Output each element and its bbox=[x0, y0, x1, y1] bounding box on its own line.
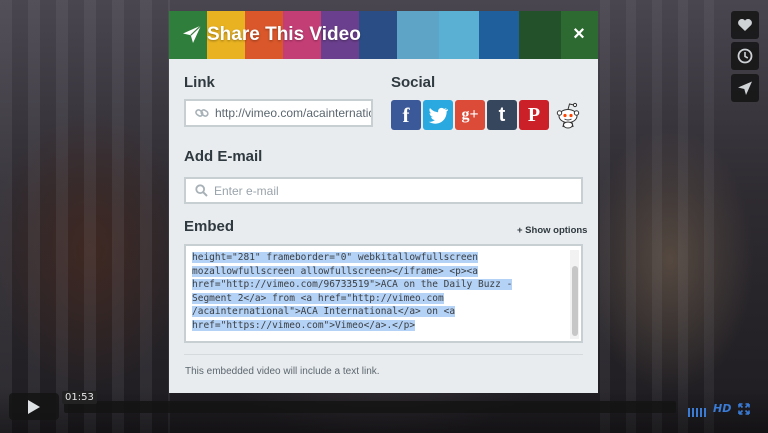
embed-code-line: mozallowfullscreen allowfullscreen></ifr… bbox=[192, 265, 478, 277]
show-options-link[interactable]: + Show options bbox=[517, 225, 587, 236]
tumblr-icon: t bbox=[498, 103, 506, 126]
embed-code-line: href="http://vimeo.com/96733519">ACA on … bbox=[192, 279, 513, 291]
social-heading: Social bbox=[391, 74, 436, 91]
embed-code-line: href="https://vimeo.com">Vimeo</a>.</p> bbox=[192, 319, 416, 331]
embed-heading: Embed bbox=[184, 218, 235, 235]
share-modal: Share This Video × Link http://vimeo.com… bbox=[169, 11, 598, 393]
facebook-share-button[interactable]: f bbox=[391, 100, 421, 130]
embed-code-line: height="281" frameborder="0" webkitallow… bbox=[192, 252, 478, 263]
twitter-share-button[interactable] bbox=[423, 100, 453, 130]
paper-plane-icon bbox=[738, 81, 752, 95]
header-stripe bbox=[439, 11, 479, 59]
progress-bar[interactable] bbox=[64, 401, 676, 413]
fullscreen-icon[interactable] bbox=[738, 402, 750, 420]
close-button[interactable]: × bbox=[568, 23, 590, 45]
embed-scrollbar-thumb[interactable] bbox=[572, 266, 578, 336]
header-stripe bbox=[397, 11, 439, 59]
watch-later-button[interactable] bbox=[731, 42, 759, 70]
email-heading: Add E-mail bbox=[184, 148, 263, 165]
background-curtain-right bbox=[600, 0, 730, 433]
email-field[interactable] bbox=[184, 177, 583, 204]
header-stripe bbox=[479, 11, 519, 59]
facebook-icon: f bbox=[402, 102, 410, 127]
header-stripe bbox=[519, 11, 561, 59]
twitter-icon bbox=[428, 107, 448, 124]
email-input[interactable] bbox=[214, 183, 554, 198]
embed-footnote: This embedded video will include a text … bbox=[185, 366, 380, 377]
share-button[interactable] bbox=[731, 74, 759, 102]
embed-code-textarea[interactable]: height="281" frameborder="0" webkitallow… bbox=[184, 244, 583, 343]
modal-title: Share This Video bbox=[207, 24, 361, 45]
play-button[interactable] bbox=[9, 393, 59, 420]
reddit-icon bbox=[556, 102, 580, 129]
header-stripe bbox=[359, 11, 397, 59]
link-heading: Link bbox=[184, 74, 215, 91]
embed-code-line: Segment 2</a> from <a href="http://vimeo… bbox=[192, 292, 444, 304]
google-plus-icon: g+ bbox=[461, 106, 479, 123]
volume-icon[interactable] bbox=[688, 404, 706, 422]
link-icon bbox=[195, 109, 209, 117]
clock-icon bbox=[737, 48, 753, 64]
reddit-share-button[interactable] bbox=[553, 100, 583, 130]
pinterest-icon: P bbox=[527, 103, 541, 126]
link-url: http://vimeo.com/acainternational bbox=[215, 106, 371, 120]
embed-code: height="281" frameborder="0" webkitallow… bbox=[192, 251, 564, 333]
tumblr-share-button[interactable]: t bbox=[487, 100, 517, 130]
pinterest-share-button[interactable]: P bbox=[519, 100, 549, 130]
link-field[interactable]: http://vimeo.com/acainternational bbox=[184, 99, 373, 127]
modal-header: Share This Video × bbox=[169, 11, 598, 59]
play-icon bbox=[28, 399, 40, 414]
google-plus-share-button[interactable]: g+ bbox=[455, 100, 485, 130]
heart-icon bbox=[738, 19, 752, 31]
embed-code-line: /acainternational">ACA International</a>… bbox=[192, 306, 456, 318]
background-curtain-left bbox=[0, 0, 170, 433]
hd-toggle[interactable]: HD bbox=[713, 402, 731, 415]
divider bbox=[184, 354, 583, 355]
like-button[interactable] bbox=[731, 11, 759, 39]
paper-plane-icon bbox=[183, 25, 202, 43]
search-icon bbox=[195, 184, 208, 197]
current-time: 01:53 bbox=[62, 391, 97, 404]
